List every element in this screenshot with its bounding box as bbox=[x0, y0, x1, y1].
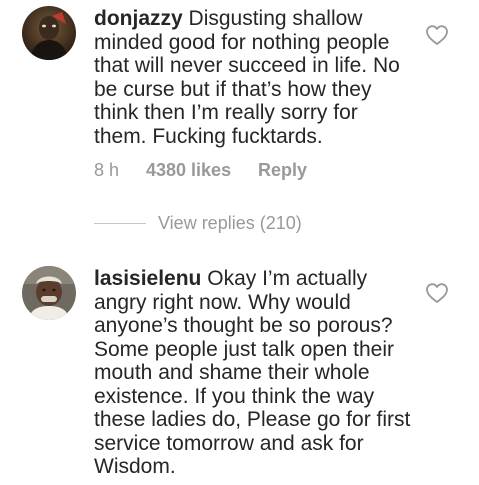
username[interactable]: donjazzy bbox=[94, 7, 183, 30]
view-replies-button[interactable]: View replies (210) bbox=[94, 212, 302, 234]
heart-outline-icon[interactable] bbox=[425, 282, 449, 304]
comment-meta: 8 h 4380 likes Reply bbox=[94, 160, 307, 181]
comments-screen: donjazzy Disgusting shallow minded good … bbox=[0, 0, 479, 485]
divider-line bbox=[94, 222, 146, 224]
likes-count[interactable]: 4380 likes bbox=[146, 160, 258, 181]
username[interactable]: lasisielenu bbox=[94, 267, 201, 290]
reply-button[interactable]: Reply bbox=[258, 160, 307, 181]
heart-outline-icon[interactable] bbox=[425, 24, 449, 46]
view-replies-label: View replies (210) bbox=[158, 212, 302, 233]
comment-body: Okay I’m actually angry right now. Why w… bbox=[94, 267, 411, 478]
comment-text: donjazzy Disgusting shallow minded good … bbox=[94, 7, 414, 148]
comment-time: 8 h bbox=[94, 160, 120, 180]
avatar[interactable] bbox=[22, 6, 76, 60]
avatar[interactable] bbox=[22, 266, 76, 320]
comment-text: lasisielenu Okay I’m actually angry righ… bbox=[94, 267, 414, 479]
